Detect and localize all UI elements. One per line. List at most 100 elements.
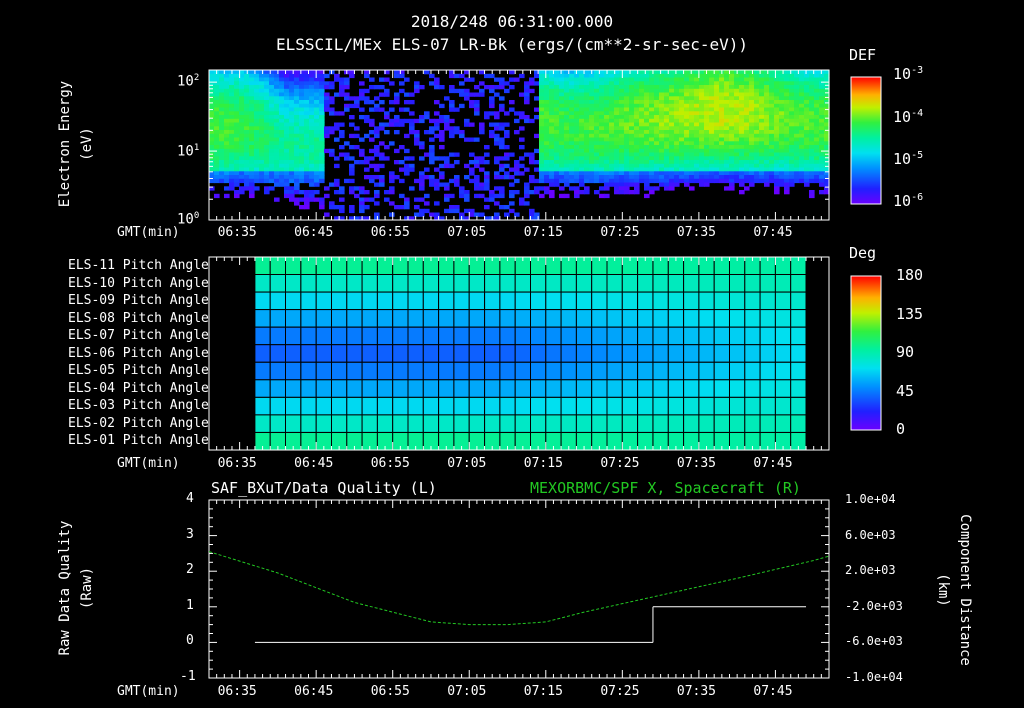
spectrogram-cell: [624, 96, 630, 101]
spectrogram-cell: [364, 156, 370, 161]
spectrogram-cell: [224, 175, 230, 180]
spectrogram-cell: [724, 77, 730, 82]
spectrogram-cell: [779, 85, 785, 90]
spectrogram-cell: [579, 77, 585, 82]
spectrogram-cell: [624, 73, 630, 79]
spectrogram-cell: [414, 130, 420, 135]
spectrogram-cell: [724, 163, 730, 169]
spectrogram-cell: [294, 100, 300, 105]
spectrogram-cell: [654, 111, 660, 116]
spectrogram-cell: [619, 130, 625, 135]
pitch-cell: [392, 291, 409, 311]
spectrogram-cell: [379, 175, 385, 180]
spectrogram-cell: [279, 115, 285, 120]
spectrogram-cell: [634, 111, 640, 116]
xtick-label-2: 06:55: [370, 456, 410, 471]
spectrogram-cell: [679, 81, 685, 86]
spectrogram-cell: [384, 115, 390, 120]
spectrogram-cell: [699, 156, 705, 161]
spectrogram-cell: [354, 100, 360, 105]
spectrogram-cell: [299, 178, 305, 184]
spectrogram-cell: [774, 178, 780, 184]
spectrogram-cell: [294, 122, 300, 127]
spectrogram-cell: [559, 137, 565, 142]
spectrogram-cell: [484, 182, 490, 187]
spectrogram-cell: [634, 73, 640, 79]
spectrogram-cell: [259, 178, 265, 184]
pitch-cell: [545, 414, 562, 433]
spectrogram-cell: [644, 156, 650, 161]
pitch-cell: [346, 274, 363, 293]
spectrogram-cell: [559, 175, 565, 180]
spectrogram-cell: [699, 133, 705, 139]
spectrogram-cell: [299, 145, 305, 150]
spectrogram-cell: [694, 100, 700, 105]
spectrogram-cell: [704, 182, 710, 187]
spectrogram-cell: [229, 141, 235, 146]
spectrogram-cell: [499, 81, 505, 86]
spectrogram-cell: [799, 141, 805, 146]
spectrogram-cell: [609, 133, 615, 139]
spectrogram-cell: [469, 103, 475, 109]
pitch-cell: [575, 344, 593, 363]
spectrogram-cell: [724, 81, 730, 86]
spectrogram-cell: [744, 88, 750, 94]
spectrogram-cell: [244, 167, 250, 172]
spectrogram-cell: [299, 96, 305, 101]
spectrogram-cell: [254, 73, 260, 79]
spectrogram-cell: [299, 205, 305, 210]
spectrogram-cell: [669, 130, 675, 135]
pitch-cell: [729, 309, 746, 328]
spectrogram-cell: [239, 190, 245, 195]
spectrogram-cell: [684, 100, 690, 105]
spectrogram-cell: [569, 133, 575, 139]
spectrogram-cell: [739, 107, 745, 112]
spectrogram-cell: [349, 115, 355, 120]
pitch-cell: [361, 291, 378, 311]
spectrogram-cell: [229, 103, 235, 109]
spectrogram-cell: [689, 175, 695, 180]
spectrogram-cell: [274, 141, 280, 146]
spectrogram-cell: [569, 73, 575, 79]
spectrogram-cell: [759, 92, 765, 97]
spectrogram-cell: [649, 156, 655, 161]
spectrogram-cell: [684, 156, 690, 161]
spectrogram-cell: [439, 115, 445, 120]
spectrogram-cell: [264, 190, 270, 195]
spectrogram-cell: [624, 92, 630, 97]
spectrogram-cell: [404, 201, 410, 206]
spectrogram-cell: [619, 88, 625, 94]
spectrogram-cell: [539, 133, 545, 139]
spectrogram-cell: [504, 212, 510, 217]
spectrogram-cell: [569, 92, 575, 97]
spectrogram-cell: [654, 85, 660, 90]
spectrogram-cell: [739, 145, 745, 150]
spectrogram-cell: [654, 145, 660, 150]
pitch-cell: [759, 361, 776, 381]
spectrogram-cell: [304, 118, 310, 124]
spectrogram-cell: [234, 133, 240, 139]
spectrogram-cell: [539, 100, 545, 105]
spectrogram-cell: [709, 88, 715, 94]
spectrogram-cell: [564, 167, 570, 172]
pitch-cell: [545, 326, 562, 346]
spectrogram-cell: [624, 130, 630, 135]
spectrogram-cell: [754, 152, 760, 157]
spectrogram-cell: [459, 133, 465, 139]
spectrogram-cell: [814, 107, 820, 112]
spectrogram-cell: [819, 122, 825, 127]
spectrogram-cell: [324, 96, 330, 101]
spectrogram-cell: [314, 81, 320, 86]
spectrogram-cell: [734, 163, 740, 169]
spectrogram-cell: [549, 118, 555, 124]
spectrogram-cell: [679, 122, 685, 127]
spectrogram-cell: [224, 163, 230, 169]
spectrogram-cell: [649, 171, 655, 176]
spectrogram-cell: [609, 160, 615, 165]
spectrogram-cell: [214, 171, 220, 176]
spectrogram-cell: [579, 103, 585, 109]
spectrogram-cell: [649, 111, 655, 116]
spectrogram-cell: [649, 100, 655, 105]
spectrogram-cell: [594, 141, 600, 146]
spectrogram-cell: [559, 133, 565, 139]
